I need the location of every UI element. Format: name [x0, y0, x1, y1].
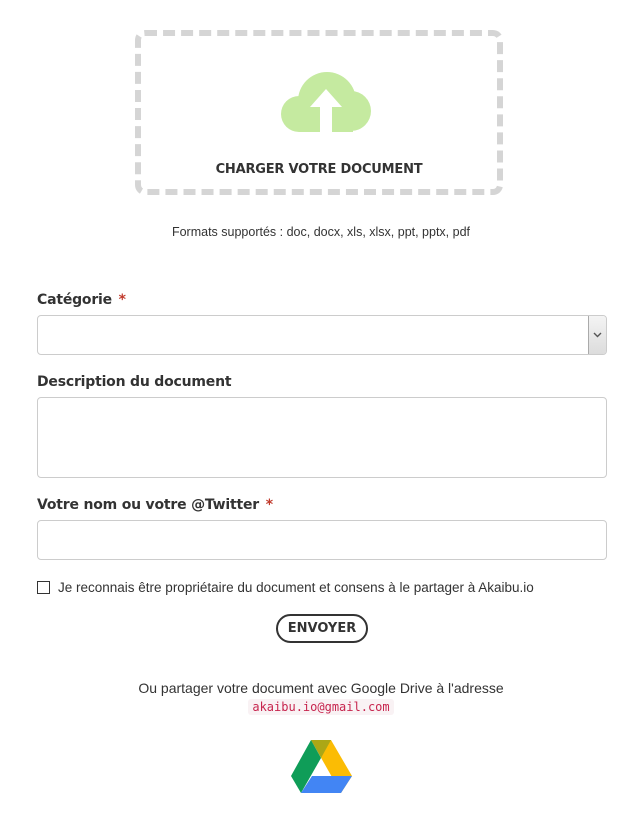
- chevron-down-icon[interactable]: [588, 316, 606, 354]
- submit-button[interactable]: ENVOYER: [276, 614, 368, 643]
- consent-checkbox[interactable]: [37, 581, 50, 594]
- category-select[interactable]: [37, 315, 607, 355]
- description-label-text: Description du document: [37, 374, 232, 390]
- required-marker: *: [118, 292, 126, 308]
- supported-formats: Formats supportés : doc, docx, xls, xlsx…: [171, 225, 471, 239]
- name-label-text: Votre nom ou votre @Twitter: [37, 497, 259, 513]
- share-text: Ou partager votre document avec Google D…: [138, 680, 504, 696]
- name-input[interactable]: [37, 520, 607, 560]
- cloud-upload-icon: [281, 72, 371, 132]
- upload-label: CHARGER VOTRE DOCUMENT: [215, 162, 423, 177]
- consent-label: Je reconnais être propriétaire du docume…: [58, 580, 534, 595]
- upload-dropzone[interactable]: CHARGER VOTRE DOCUMENT: [135, 30, 503, 195]
- required-marker: *: [265, 497, 273, 513]
- category-label-text: Catégorie: [37, 292, 112, 308]
- category-label: Catégorie *: [37, 292, 126, 308]
- consent-row: Je reconnais être propriétaire du docume…: [37, 580, 534, 595]
- description-textarea[interactable]: [37, 397, 607, 478]
- share-email-wrap: akaibu.io@gmail.com: [0, 698, 642, 716]
- google-drive-icon[interactable]: [291, 740, 352, 793]
- share-email: akaibu.io@gmail.com: [248, 699, 394, 715]
- name-label: Votre nom ou votre @Twitter *: [37, 497, 273, 513]
- description-label: Description du document: [37, 374, 232, 390]
